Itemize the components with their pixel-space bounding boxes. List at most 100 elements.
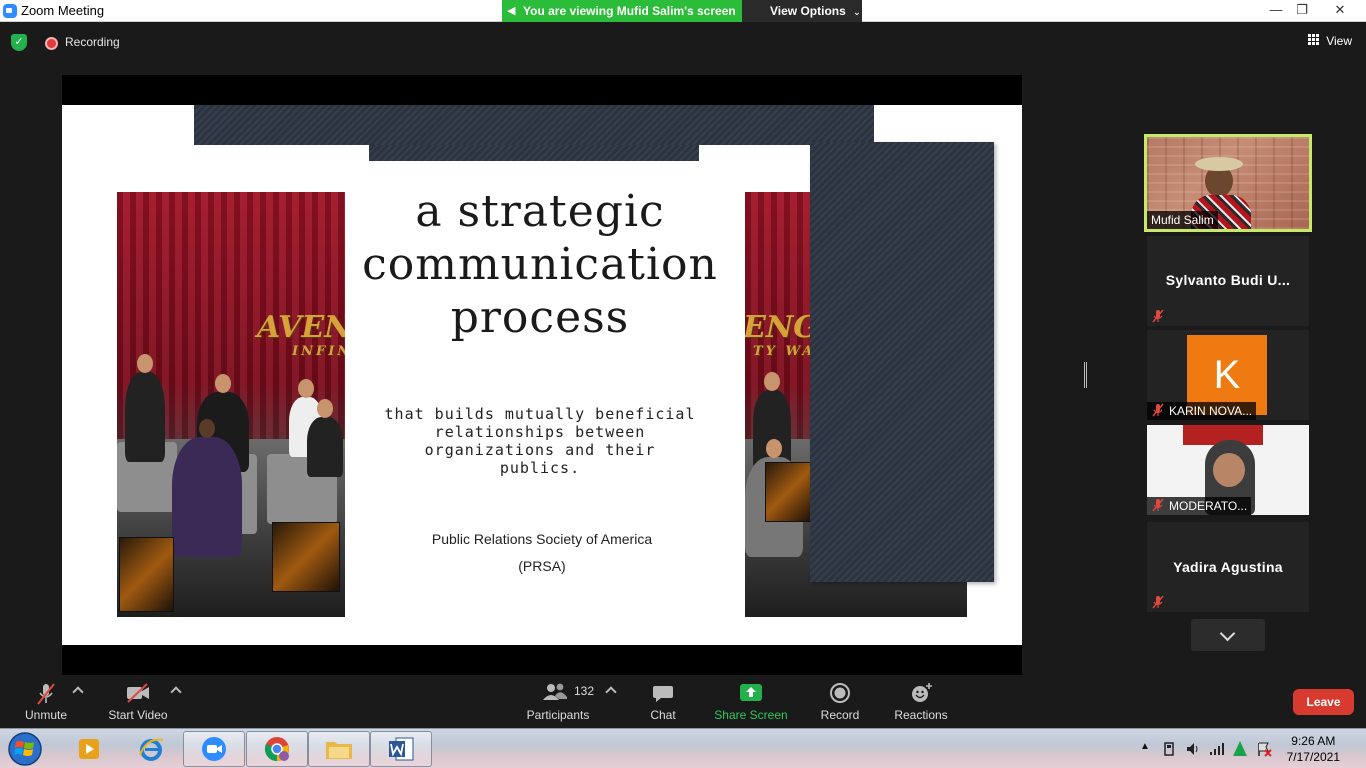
security-shield-icon[interactable]: ✓ [11, 34, 27, 51]
participant-tile-yadira[interactable]: Yadira Agustina [1147, 522, 1309, 612]
folder-icon [326, 742, 352, 759]
view-options-button[interactable]: View Options ⌄ [742, 0, 862, 22]
viewing-screen-banner: ◀ You are viewing Mufid Salim's screen [502, 0, 742, 22]
hat [1195, 157, 1243, 171]
slide-source-line: (PRSA) [518, 558, 566, 574]
view-layout-button[interactable]: View [1308, 34, 1352, 48]
person [307, 399, 343, 477]
slide-title: a strategic communication process [352, 185, 728, 344]
participant-tile-mufid-salim[interactable]: Mufid Salim [1144, 134, 1312, 232]
poster [765, 462, 811, 522]
participants-label: Participants [526, 708, 590, 722]
title-bar: Zoom Meeting ◀ You are viewing Mufid Sal… [0, 0, 1366, 22]
mic-muted-icon [1152, 595, 1164, 609]
slide-source-line: Public Relations Society of America [431, 531, 653, 547]
speaker-icon: ◀ [507, 5, 516, 17]
recording-indicator-icon [45, 37, 58, 50]
clock-date: 7/17/2021 [1286, 750, 1340, 764]
taskbar-chrome[interactable] [246, 731, 308, 767]
participants-button[interactable]: 132 Participants [524, 676, 595, 728]
slide-source: Public Relations Society of America (PRS… [392, 526, 692, 580]
meeting-top-bar: ✓ Recording View [0, 22, 1366, 62]
panel-resize-handle[interactable] [1084, 362, 1087, 388]
app-tray-icon[interactable] [1232, 740, 1248, 758]
viewing-banner-text: You are viewing Mufid Salim's screen [523, 4, 736, 18]
person-head [317, 399, 333, 418]
slide-subtitle-line: relationships between [434, 423, 646, 441]
video-options-caret-icon[interactable] [170, 686, 182, 698]
scroll-down-participants-button[interactable] [1191, 619, 1265, 651]
windows-taskbar: ▲ 9:26 AM 7/17/2021 [0, 728, 1366, 768]
system-clock[interactable]: 9:26 AM 7/17/2021 [1287, 733, 1340, 765]
leave-button[interactable]: Leave [1293, 689, 1354, 715]
participant-tile-karin[interactable]: K KARIN NOVA... [1147, 330, 1309, 420]
shared-screen: AVENGERS INFINITY ENGERS TY WAR [62, 75, 1022, 675]
zoom-app-icon [3, 4, 17, 18]
taskbar-media-player[interactable] [58, 731, 120, 767]
participant-tile-moderator[interactable]: MODERATO... [1147, 425, 1309, 515]
slide-subtitle: that builds mutually beneficial relation… [372, 405, 708, 477]
person-head [137, 354, 153, 373]
reactions-button[interactable]: Reactions [890, 676, 952, 728]
grid-icon [1308, 34, 1321, 46]
chat-icon [653, 686, 673, 702]
reactions-icon [912, 683, 932, 702]
taskbar-zoom[interactable] [183, 731, 245, 767]
record-label: Record [820, 708, 860, 722]
share-screen-icon [740, 684, 762, 701]
chevron-down-icon: ⌄ [853, 7, 861, 17]
slide-title-line: communication [362, 239, 718, 290]
share-screen-button[interactable]: Share Screen [712, 676, 790, 728]
slide-right-band [810, 142, 994, 582]
participant-name: Mufid Salim [1147, 211, 1218, 229]
chat-button[interactable]: Chat [637, 676, 689, 728]
share-screen-label: Share Screen [714, 708, 788, 722]
participants-options-caret-icon[interactable] [605, 686, 617, 698]
close-button[interactable]: ✕ [1326, 0, 1354, 20]
record-icon [830, 683, 850, 703]
restore-button[interactable]: ❐ [1288, 0, 1316, 20]
taskbar-internet-explorer[interactable] [120, 731, 182, 767]
poster [272, 522, 340, 592]
participants-icon [543, 683, 567, 700]
start-video-label: Start Video [108, 708, 168, 722]
unmute-button[interactable]: Unmute [16, 676, 76, 728]
record-button[interactable]: Record [812, 676, 868, 728]
slide-title-line: process [450, 292, 630, 343]
reactions-label: Reactions [894, 708, 948, 722]
word-icon [389, 737, 414, 761]
view-label: View [1326, 34, 1352, 48]
person-head [199, 419, 215, 438]
start-video-button[interactable]: Start Video [104, 676, 172, 728]
person-head [764, 372, 780, 391]
participant-name: Sylvanto Budi U... [1165, 272, 1291, 288]
slide-subtitle-line: publics. [499, 459, 581, 477]
volume-icon[interactable] [1185, 741, 1201, 757]
device-icon[interactable] [1162, 741, 1176, 757]
slide-top-tab [369, 145, 699, 161]
person [125, 354, 165, 462]
person [172, 419, 242, 557]
show-hidden-icons-icon[interactable]: ▲ [1140, 741, 1150, 752]
window-title: Zoom Meeting [21, 3, 105, 18]
minimize-button[interactable]: — [1262, 0, 1290, 20]
participants-count: 132 [574, 684, 595, 698]
person-head [766, 439, 782, 458]
network-signal-icon[interactable] [1209, 741, 1225, 757]
internet-explorer-icon [139, 738, 164, 761]
action-center-flag-icon[interactable] [1256, 741, 1272, 757]
video-off-icon [127, 683, 149, 703]
slide-photo-left: AVENGERS INFINITY [117, 192, 345, 617]
participant-name: Yadira Agustina [1173, 559, 1283, 575]
taskbar-word[interactable] [370, 731, 432, 767]
person-head [298, 379, 314, 398]
person-head [215, 374, 231, 393]
avengers-logo-left-sub: INFINITY [292, 344, 345, 359]
participant-tile-sylvanto[interactable]: Sylvanto Budi U... [1147, 236, 1309, 326]
avengers-logo-left: AVENGERS [257, 310, 345, 345]
zoom-app-icon [202, 737, 226, 761]
slide-subtitle-line: that builds mutually beneficial [384, 405, 696, 423]
start-button[interactable] [5, 731, 45, 767]
taskbar-file-explorer[interactable] [308, 731, 370, 767]
mic-muted-icon [1152, 498, 1164, 512]
